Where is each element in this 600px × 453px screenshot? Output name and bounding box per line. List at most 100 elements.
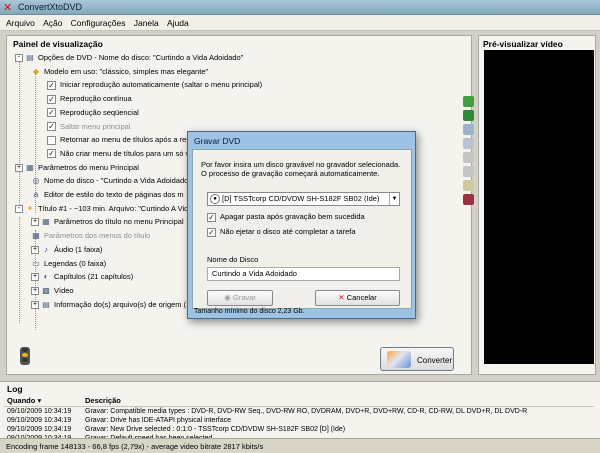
tree-item[interactable]: - ✦ Título #1 - ~103 min. Arquivo: "Curtin…: [15, 203, 188, 216]
no-eject-option[interactable]: ✓ Não ejetar o disco até completar a tare…: [207, 227, 356, 237]
expand-icon[interactable]: +: [31, 300, 39, 309]
burn-button[interactable]: ◉ Gravar: [207, 290, 273, 306]
collapse-icon[interactable]: -: [15, 204, 23, 213]
tree-item[interactable]: + ▤ Informação do(s) arquivo(s) de origem …: [31, 299, 193, 312]
option-checkbox[interactable]: [47, 135, 56, 145]
convert-button[interactable]: Converter: [380, 347, 454, 371]
tree-item-label: Iniciar reprodução automaticamente (salt…: [60, 80, 263, 90]
option-checkbox[interactable]: ✓: [47, 108, 56, 118]
tree-item-label: Parâmetros do menu Principal: [38, 162, 139, 172]
expand-icon[interactable]: +: [31, 245, 39, 254]
move-down-icon[interactable]: [463, 166, 474, 177]
menu-acao[interactable]: Ação: [43, 18, 62, 28]
settings-icon[interactable]: [463, 180, 474, 191]
menu-params-icon: ▦: [32, 231, 40, 241]
chevron-down-icon[interactable]: ▼: [389, 193, 399, 205]
tree-item[interactable]: ◎ Nome do disco - "Curtindo a Vida Adoida…: [31, 175, 189, 188]
tree-item-label: Título #1 - ~103 min. Arquivo: "Curtindo…: [38, 203, 189, 213]
add-folder-icon[interactable]: [463, 110, 474, 121]
expand-icon[interactable]: +: [15, 163, 23, 172]
tree-item[interactable]: ✓ Iniciar reprodução automaticamente (sal…: [47, 79, 262, 92]
column-description[interactable]: Descrição: [82, 395, 594, 407]
remove-icon[interactable]: [463, 152, 474, 163]
tree-item[interactable]: ◆ Modelo em uso: "clássico, simples mas e…: [31, 66, 208, 79]
chart-icon[interactable]: [463, 194, 474, 205]
log-panel: Log Quando ▾ Descrição 09/10/2009 10:34:…: [0, 381, 600, 442]
log-time: 09/10/2009 10:34:19: [7, 417, 72, 424]
tree-item[interactable]: ✓ Reprodução contínua: [47, 93, 132, 106]
tree-item[interactable]: + ▦ Parâmetros do menu Principal: [15, 162, 139, 175]
tree-item[interactable]: + ▩ Vídeo: [31, 285, 74, 298]
convert-icon: [387, 351, 411, 368]
tree-item[interactable]: Retornar ao menu de títulos após a repr: [47, 134, 193, 147]
collapse-icon[interactable]: -: [15, 54, 23, 63]
tree-item[interactable]: + ♪ Áudio (1 faixa): [31, 244, 102, 257]
drive-select[interactable]: ● [D] TSSTcorp CD/DVDW SH-S182F SB02 (Id…: [207, 192, 400, 206]
convert-label: Converter: [417, 356, 453, 365]
dialog-footer: Tamanho mínimo do disco 2,23 Gb.: [194, 308, 305, 315]
expand-icon[interactable]: +: [31, 218, 39, 227]
option-checkbox[interactable]: ✓: [47, 122, 56, 132]
dialog-body: Por favor insira um disco gravável no gr…: [192, 149, 412, 309]
log-row[interactable]: 09/10/2009 10:34:19 Gravar: Drive has IDE…: [4, 416, 594, 425]
tree-item-label: Não criar menu de títulos para um só víd: [60, 148, 196, 158]
log-description: Gravar: Drive has IDE-ATAPI physical int…: [85, 417, 232, 424]
no-eject-checkbox[interactable]: ✓: [207, 227, 216, 237]
tree-item-label: Modelo em uso: "clássico, simples mas el…: [44, 66, 209, 76]
audio-icon: ♪: [44, 244, 48, 254]
move-up-icon[interactable]: [463, 138, 474, 149]
video-icon: ▩: [42, 285, 50, 295]
disc-drive-icon: ●: [210, 194, 220, 204]
burn-dvd-dialog: Gravar DVD Por favor insira um disco gra…: [187, 131, 416, 319]
tree-item[interactable]: ✓ Saltar menu principal: [47, 121, 130, 134]
menu-configuracoes[interactable]: Configurações: [71, 18, 126, 28]
tree-item-label: Reprodução seqüencial: [60, 107, 139, 117]
dvd-options-icon: ▤: [26, 53, 34, 63]
tree-item-label: Informação do(s) arquivo(s) de origem (1…: [54, 299, 193, 309]
tree-item[interactable]: ▦ Parâmetros dos menus do título: [31, 230, 150, 243]
dialog-message: Por favor insira um disco gravável no gr…: [201, 160, 401, 178]
info-icon[interactable]: [463, 124, 474, 135]
tree-item[interactable]: + ▦ Parâmetros do título no menu Principal: [31, 216, 184, 229]
disc-icon: ◎: [32, 176, 40, 186]
video-preview-panel: Pré-visualizar vídeo: [478, 35, 596, 375]
app-logo-icon: ✕: [3, 2, 13, 14]
expand-icon[interactable]: +: [31, 273, 39, 282]
chapters-icon: ◐: [43, 272, 49, 282]
menu-ajuda[interactable]: Ajuda: [167, 18, 189, 28]
menu-params-icon: ▦: [26, 162, 34, 172]
menu-arquivo[interactable]: Arquivo: [6, 18, 35, 28]
cancel-icon: ✕: [338, 293, 345, 302]
burn-icon: ◉: [224, 293, 231, 302]
tree-item[interactable]: ▭ Legendas (0 faixa): [31, 258, 106, 271]
option-checkbox[interactable]: ✓: [47, 149, 56, 159]
menu-janela[interactable]: Janela: [134, 18, 159, 28]
erase-folder-checkbox[interactable]: ✓: [207, 212, 216, 222]
log-row[interactable]: 09/10/2009 10:34:19 Gravar: Compatible me…: [4, 407, 594, 417]
log-row[interactable]: 09/10/2009 10:34:19 Gravar: New Drive sel…: [4, 425, 594, 434]
disc-name-input[interactable]: Curtindo a Vida Adoidado: [207, 267, 400, 281]
panel-title: Painel de visualização: [13, 39, 103, 49]
column-when[interactable]: Quando ▾: [4, 395, 82, 407]
cancel-button[interactable]: ✕ Cancelar: [315, 290, 400, 306]
tree-item[interactable]: + ◐ Capítulos (21 capítulos): [31, 271, 133, 284]
expand-icon[interactable]: +: [31, 286, 39, 295]
tree-item[interactable]: - ▤ Opções de DVD - Nome do disco: "Curtin…: [15, 52, 243, 65]
menu-bar: Arquivo Ação Configurações Janela Ajuda: [0, 15, 600, 31]
tree-item-label: Parâmetros do título no menu Principal: [54, 217, 184, 227]
option-checkbox[interactable]: ✓: [47, 94, 56, 104]
erase-folder-option[interactable]: ✓ Apagar pasta após gravação bem sucedida: [207, 212, 365, 222]
tree-item-label: Opções de DVD - Nome do disco: "Curtindo…: [38, 53, 244, 62]
tree-item-label: Editor de estilo do texto de páginas dos…: [44, 190, 184, 199]
option-checkbox[interactable]: ✓: [47, 80, 56, 90]
tree-item[interactable]: ✓ Não criar menu de títulos para um só ví…: [47, 148, 195, 161]
tree-item[interactable]: ✓ Reprodução seqüencial: [47, 107, 139, 120]
tree-item[interactable]: a Editor de estilo do texto de páginas do…: [31, 189, 184, 202]
sort-down-icon: ▾: [37, 396, 42, 405]
tree-item-label: Saltar menu principal: [60, 121, 131, 131]
tree-item-label: Vídeo: [54, 285, 74, 295]
tree-item-label: Capítulos (21 capítulos): [54, 272, 134, 282]
add-icon[interactable]: [463, 96, 474, 107]
tree-item-label: Nome do disco - "Curtindo a Vida Adoidad…: [44, 176, 189, 186]
title-icon: ✦: [26, 203, 34, 213]
